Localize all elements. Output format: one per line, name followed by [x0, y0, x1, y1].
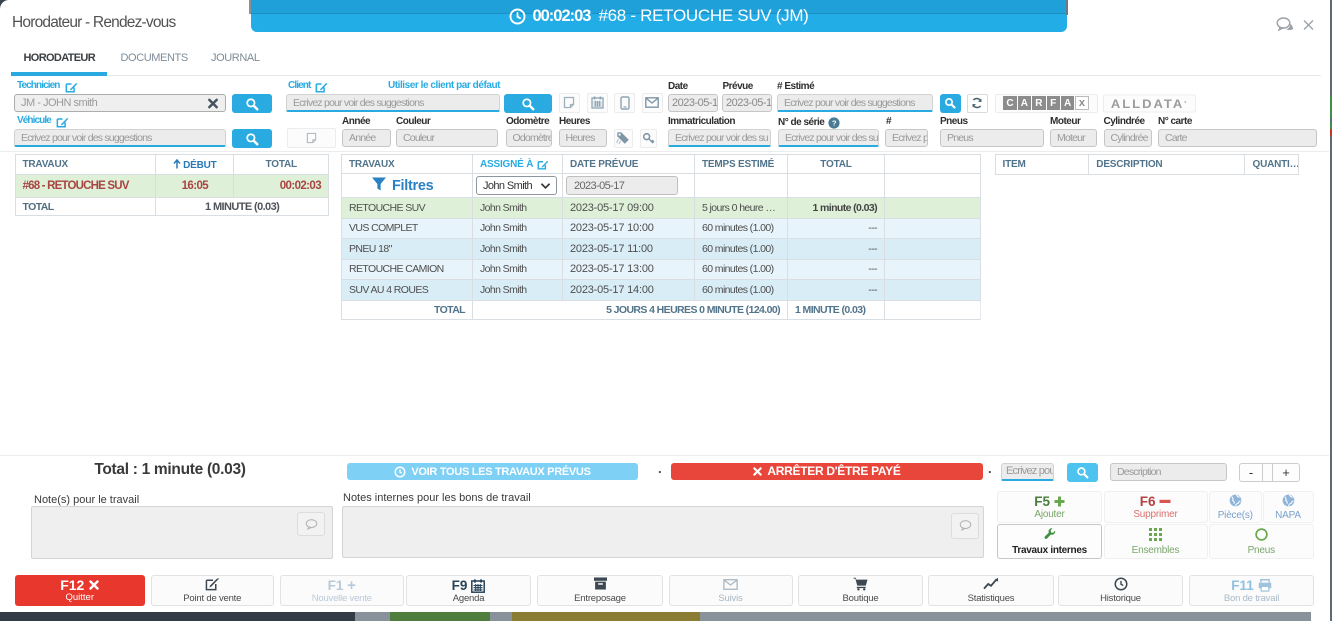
svg-text:?: ?: [832, 119, 837, 128]
